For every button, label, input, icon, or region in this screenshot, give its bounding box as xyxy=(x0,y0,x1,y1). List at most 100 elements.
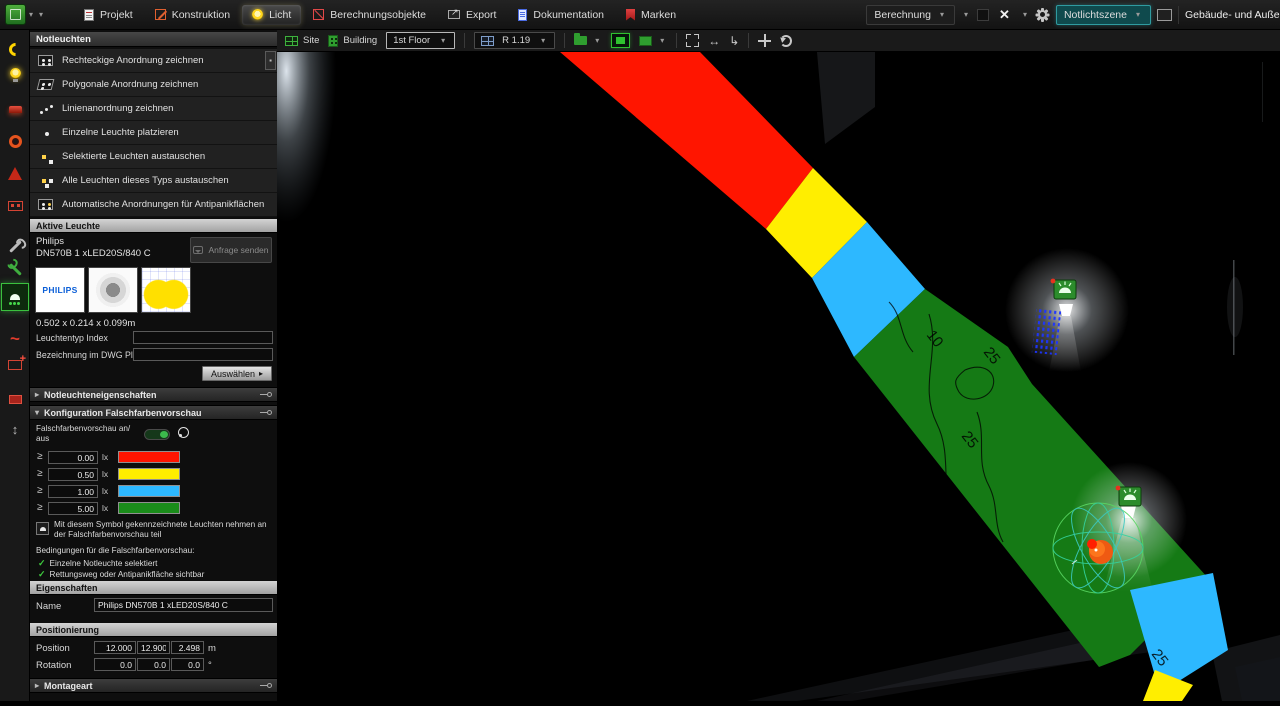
emergency-luminaire-badge[interactable] xyxy=(1051,279,1076,299)
pin-icon[interactable] xyxy=(260,683,272,688)
tool-selektierte-austauschen[interactable]: Selektierte Leuchten austauschen xyxy=(30,145,277,169)
wave-tool-icon[interactable]: ~ xyxy=(4,328,26,350)
measure-width-icon[interactable]: ↔ xyxy=(708,34,720,48)
menu-item-berechnungsobjekte[interactable]: Berechnungsobjekte xyxy=(303,5,436,25)
threshold-input[interactable] xyxy=(48,502,98,515)
speech-bubble-icon xyxy=(193,246,203,254)
corner-arrow-icon[interactable]: ↳ xyxy=(729,34,739,48)
chevron-down-icon[interactable]: ▾ xyxy=(1020,10,1030,19)
section-falschfarben-konfiguration[interactable]: ▾ Konfiguration Falschfarbenvorschau xyxy=(30,405,277,420)
ring-icon xyxy=(9,135,22,148)
floor-dropdown[interactable]: 1st Floor▾ xyxy=(386,32,455,49)
viewport-3d[interactable]: 10 25 25 25 xyxy=(277,52,1280,701)
emergency-luminaire-badge[interactable] xyxy=(1116,486,1141,506)
cone-object-tool-icon[interactable] xyxy=(4,162,26,184)
active-luminaire-name: Philips DN570B 1 xLED20S/840 C xyxy=(36,236,151,261)
top-menubar: ▾ ▾ Projekt Konstruktion Licht Berechnun… xyxy=(0,0,1280,30)
luminaire-photo-thumbnail[interactable] xyxy=(88,267,138,313)
viewport-toolbar: Site Building 1st Floor▾ R 1.19▾ ▾ ▾ ↔ ↳ xyxy=(277,30,1280,52)
view-mode-active-button[interactable] xyxy=(611,33,630,48)
color-well-button[interactable] xyxy=(977,9,989,21)
falsecolor-toggle[interactable] xyxy=(144,429,170,440)
wrench-icon xyxy=(9,263,22,276)
frame-object-tool-icon[interactable] xyxy=(4,195,26,217)
color-swatch[interactable] xyxy=(118,502,180,514)
brand-logo-thumbnail[interactable]: PHILIPS xyxy=(35,267,85,313)
wall-lamp-tool-icon[interactable] xyxy=(4,98,26,120)
menu-item-marken[interactable]: Marken xyxy=(616,5,686,25)
chevron-down-icon[interactable]: ▾ xyxy=(36,10,46,19)
legend-symbol-icon xyxy=(36,522,49,535)
escape-route-tool-icon[interactable] xyxy=(4,38,26,60)
camera-dropdown[interactable]: ▾ xyxy=(639,36,667,46)
calculation-dropdown[interactable]: Berechnung▾ xyxy=(866,5,955,25)
swap-selected-icon xyxy=(38,151,53,162)
section-notleuchteneigenschaften[interactable]: ▸ Notleuchteneigenschaften xyxy=(30,387,277,402)
panel-scroll-thumb[interactable]: ▪ xyxy=(265,51,276,70)
position-x-input[interactable] xyxy=(94,641,136,654)
notleuchten-panel: Notleuchten Rechteckige Anordnung zeichn… xyxy=(30,30,277,701)
color-swatch[interactable] xyxy=(118,451,180,463)
pin-icon[interactable] xyxy=(260,392,272,397)
tool-einzelne-leuchte[interactable]: Einzelne Leuchte platzieren xyxy=(30,121,277,145)
chevron-down-icon[interactable]: ▾ xyxy=(26,10,36,19)
building-button[interactable]: Building xyxy=(328,35,377,47)
tool-alle-austauschen[interactable]: Alle Leuchten dieses Typs austauschen xyxy=(30,169,277,193)
tool-linienanordnung[interactable]: Linienanordnung zeichnen xyxy=(30,97,277,121)
close-icon[interactable]: ✕ xyxy=(995,7,1014,23)
rotate-view-icon[interactable] xyxy=(780,35,792,47)
rotation-x-input[interactable] xyxy=(94,658,136,671)
name-input[interactable] xyxy=(94,598,273,612)
menu-item-licht[interactable]: Licht xyxy=(242,5,301,25)
color-swatch[interactable] xyxy=(118,485,180,497)
menu-label: Dokumentation xyxy=(533,9,604,21)
site-button[interactable]: Site xyxy=(285,35,319,46)
menu-item-export[interactable]: Export xyxy=(438,5,506,25)
threshold-input[interactable] xyxy=(48,468,98,481)
app-icon[interactable] xyxy=(5,4,26,25)
light-scene-dropdown[interactable]: Notlichtszene▾ xyxy=(1056,5,1151,25)
menu-item-konstruktion[interactable]: Konstruktion xyxy=(145,5,240,25)
tool-automatische-anordnungen[interactable]: Automatische Anordnungen für Antipanikfl… xyxy=(30,193,277,217)
auswaehlen-button[interactable]: Auswählen▸ xyxy=(202,366,272,381)
type-index-input[interactable] xyxy=(133,331,273,344)
section-montageart[interactable]: ▸ Montageart xyxy=(30,678,277,693)
ring-object-tool-icon[interactable] xyxy=(4,130,26,152)
polar-diagram-thumbnail[interactable] xyxy=(141,267,191,313)
menu-item-projekt[interactable]: Projekt xyxy=(74,5,143,25)
threshold-input[interactable] xyxy=(48,451,98,464)
planning-mode-label[interactable]: Gebäude- und Außenpla xyxy=(1178,6,1280,24)
color-swatch[interactable] xyxy=(118,468,180,480)
wall-glow xyxy=(1227,277,1243,337)
layers-dropdown[interactable]: ▾ xyxy=(574,36,602,45)
rotation-z-input[interactable] xyxy=(171,658,204,671)
rotation-y-input[interactable] xyxy=(137,658,170,671)
zoom-fit-icon[interactable] xyxy=(686,34,699,47)
chevron-down-icon: ▾ xyxy=(35,408,39,417)
type-index-label: Leuchtentyp Index xyxy=(36,333,108,343)
display-icon[interactable] xyxy=(1157,9,1172,21)
move-tool-icon[interactable]: ↕ xyxy=(4,418,26,440)
tool-polygonale-anordnung[interactable]: Polygonale Anordnung zeichnen xyxy=(30,73,277,97)
room-dropdown[interactable]: R 1.19▾ xyxy=(474,32,555,49)
red-tile-tool-icon[interactable] xyxy=(4,388,26,410)
rotation-unit: ° xyxy=(208,660,212,671)
add-object-tool-icon[interactable] xyxy=(4,354,26,376)
maintenance-tool-icon[interactable] xyxy=(4,235,26,257)
emergency-lighting-tool-active[interactable] xyxy=(1,283,29,311)
left-tool-strip: ~ ↕ xyxy=(0,30,30,701)
chevron-down-icon[interactable]: ▾ xyxy=(961,10,971,19)
threshold-input[interactable] xyxy=(48,485,98,498)
pin-icon[interactable] xyxy=(260,410,272,415)
gear-icon[interactable] xyxy=(1036,8,1050,22)
anfrage-senden-button[interactable]: Anfrage senden xyxy=(190,237,272,263)
menu-item-dokumentation[interactable]: Dokumentation xyxy=(508,5,614,25)
green-tool-icon[interactable] xyxy=(4,258,26,280)
dwg-input[interactable] xyxy=(133,348,273,361)
luminaire-tool-icon[interactable] xyxy=(4,62,26,84)
tool-rechteckige-anordnung[interactable]: Rechteckige Anordnung zeichnen xyxy=(30,49,277,73)
position-y-input[interactable] xyxy=(137,641,170,654)
pan-move-icon[interactable] xyxy=(758,34,771,47)
position-z-input[interactable] xyxy=(171,641,204,654)
swap-all-icon xyxy=(38,175,53,186)
